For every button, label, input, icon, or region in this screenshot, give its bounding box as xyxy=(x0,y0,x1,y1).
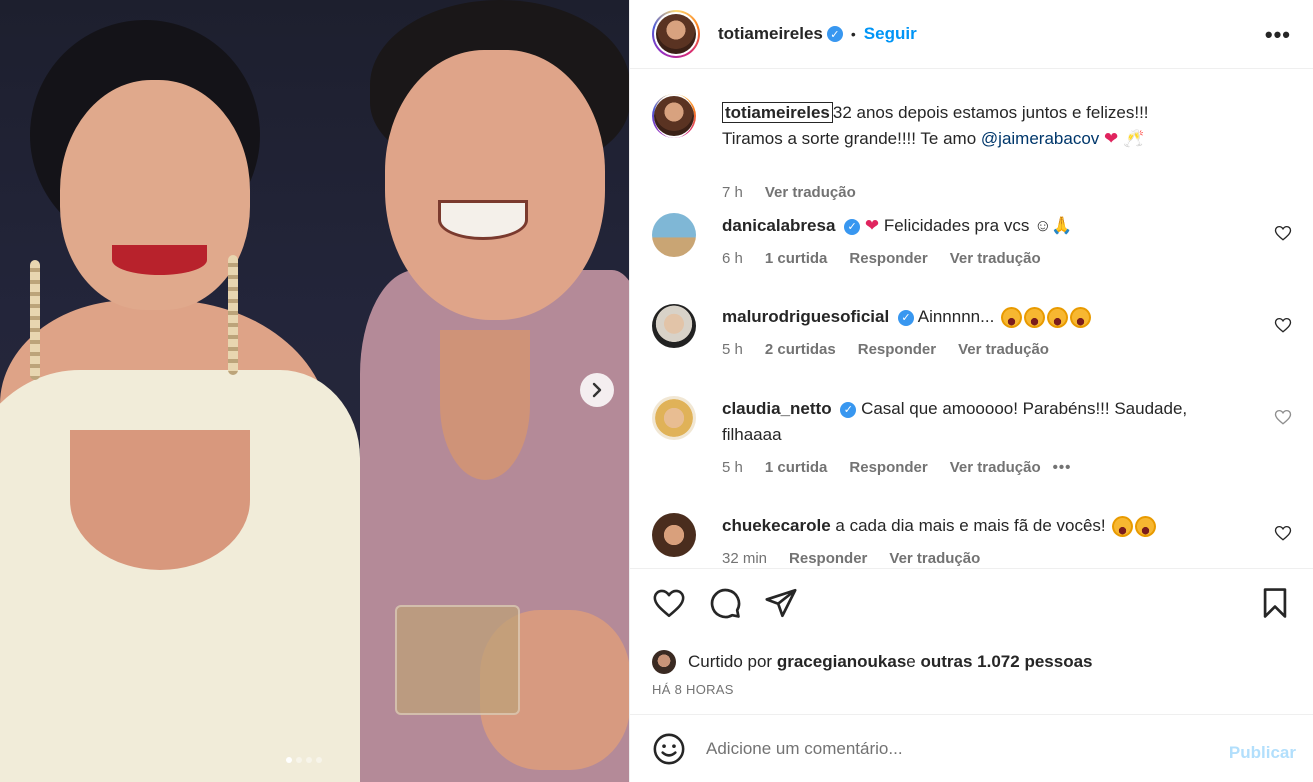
comment-likes-count[interactable]: 1 curtida xyxy=(765,459,828,476)
comment-options-icon[interactable]: ••• xyxy=(1053,459,1072,476)
comment-input[interactable] xyxy=(706,738,1176,759)
starstruck-emoji xyxy=(1135,516,1157,538)
post-timestamp[interactable]: HÁ 8 HORAS xyxy=(652,682,734,697)
verified-badge-icon: ✓ xyxy=(826,26,843,42)
photo-man-chest xyxy=(440,330,530,480)
caption-text-line1: 32 anos depois estamos juntos e felizes!… xyxy=(832,103,1149,122)
photo-woman-smile xyxy=(112,245,207,275)
commenter-avatar[interactable] xyxy=(652,513,696,557)
caption-mention-link[interactable]: @jaimerabacov xyxy=(981,129,1099,148)
like-comment-heart-icon[interactable] xyxy=(1274,224,1292,242)
reply-button[interactable]: Responder xyxy=(858,341,936,358)
more-options-icon[interactable]: ••• xyxy=(1265,22,1291,48)
comment-text: Ainnnnn... xyxy=(917,307,995,326)
commenter-username[interactable]: chuekecarole xyxy=(722,516,831,535)
divider xyxy=(630,568,1313,569)
author-avatar-image xyxy=(656,14,696,54)
commenter-username[interactable]: malurodriguesoficial xyxy=(722,307,889,326)
liker-username[interactable]: gracegianoukas xyxy=(777,652,906,672)
carousel-dots xyxy=(286,757,322,763)
comment-time: 5 h xyxy=(722,341,743,358)
comment-time: 5 h xyxy=(722,459,743,476)
comment-time: 32 min xyxy=(722,550,768,567)
translate-link[interactable]: Ver tradução xyxy=(889,550,980,567)
commenter-username[interactable]: danicalabresa xyxy=(722,216,835,235)
carousel-dot-active xyxy=(286,757,292,763)
author-avatar[interactable] xyxy=(652,10,700,58)
caption-avatar-image xyxy=(654,96,694,136)
photo-man-face xyxy=(385,50,605,320)
author-username[interactable]: totiameireles xyxy=(718,24,823,44)
translate-link[interactable]: Ver tradução xyxy=(958,341,1049,358)
photo-drink-glass xyxy=(395,605,520,715)
photo-man-smile xyxy=(438,200,528,240)
like-comment-heart-icon[interactable] xyxy=(1274,316,1292,334)
translate-link[interactable]: Ver tradução xyxy=(950,250,1041,267)
comment-likes-count[interactable]: 1 curtida xyxy=(765,250,828,267)
comment-time: 6 h xyxy=(722,250,743,267)
share-paper-plane-icon[interactable] xyxy=(764,586,798,620)
starstruck-emoji xyxy=(1070,307,1092,329)
separator-bullet: • xyxy=(850,26,856,42)
like-comment-heart-icon[interactable] xyxy=(1274,524,1292,542)
verified-badge-icon: ✓ xyxy=(844,218,861,235)
caption-avatar[interactable] xyxy=(652,94,696,138)
save-bookmark-icon[interactable] xyxy=(1258,586,1292,620)
comments-list[interactable]: totiameireles 32 anos depois estamos junt… xyxy=(630,70,1313,568)
likes-middle: e xyxy=(906,652,916,671)
commenter-avatar[interactable] xyxy=(652,396,696,440)
add-comment-bar: Publicar xyxy=(630,714,1313,782)
carousel-dot xyxy=(296,757,302,763)
caption-text-line2: Tiramos a sorte grande!!!! Te amo xyxy=(722,129,981,148)
post-header: totiameireles ✓ • Seguir ••• xyxy=(630,0,1313,69)
comment-likes-count[interactable]: 2 curtidas xyxy=(765,341,836,358)
post-side-panel: totiameireles ✓ • Seguir ••• totiameirel… xyxy=(629,0,1313,782)
caption-time: 7 h xyxy=(722,184,743,201)
reply-button[interactable]: Responder xyxy=(849,250,927,267)
post-photo[interactable] xyxy=(0,0,629,782)
commenter-username[interactable]: claudia_netto xyxy=(722,399,832,418)
emoji-smiley-icon[interactable] xyxy=(652,732,686,766)
translate-link[interactable]: Ver tradução xyxy=(950,459,1041,476)
starstruck-emoji xyxy=(1001,307,1023,329)
photo-dress-neckline xyxy=(70,430,250,570)
post-actions-bar xyxy=(652,586,1292,630)
commenter-avatar[interactable] xyxy=(652,304,696,348)
likes-summary: Curtido por gracegianoukas e outras 1.07… xyxy=(652,650,1092,674)
reply-button[interactable]: Responder xyxy=(789,550,867,567)
liker-avatar[interactable] xyxy=(652,650,676,674)
comment-text-line2: filhaaaa xyxy=(722,425,782,444)
like-heart-icon[interactable] xyxy=(652,586,686,620)
toast-emoji: 🥂 xyxy=(1123,129,1145,148)
comment-text: Felicidades pra vcs ☺🙏 xyxy=(879,216,1073,235)
starstruck-emoji xyxy=(1047,307,1069,329)
publish-button[interactable]: Publicar xyxy=(1229,743,1296,763)
follow-button[interactable]: Seguir xyxy=(864,24,917,44)
comment-text: Casal que amooooo! Parabéns!!! Saudade, xyxy=(861,399,1188,418)
caption-username[interactable]: totiameireles xyxy=(722,102,833,123)
heart-emoji: ❤ xyxy=(1104,129,1119,148)
carousel-dot xyxy=(316,757,322,763)
likes-prefix: Curtido por xyxy=(688,652,773,671)
carousel-next-button[interactable] xyxy=(580,373,614,407)
photo-woman-face xyxy=(60,80,250,310)
starstruck-emoji xyxy=(1024,307,1046,329)
photo-earring-right xyxy=(228,255,238,375)
like-comment-heart-icon[interactable] xyxy=(1274,408,1292,426)
heart-emoji: ❤ xyxy=(864,216,880,235)
comment-text: a cada dia mais e mais fã de vocês! xyxy=(830,516,1111,535)
commenter-avatar[interactable] xyxy=(652,213,696,257)
starstruck-emoji xyxy=(1112,516,1134,538)
photo-earring-left xyxy=(30,260,40,380)
likes-others-link[interactable]: outras 1.072 pessoas xyxy=(921,652,1093,672)
carousel-dot xyxy=(306,757,312,763)
caption-translate-link[interactable]: Ver tradução xyxy=(765,184,856,201)
reply-button[interactable]: Responder xyxy=(849,459,927,476)
verified-badge-icon: ✓ xyxy=(897,309,914,326)
verified-badge-icon: ✓ xyxy=(840,401,857,418)
chevron-right-icon xyxy=(592,382,602,398)
comment-bubble-icon[interactable] xyxy=(708,586,742,620)
